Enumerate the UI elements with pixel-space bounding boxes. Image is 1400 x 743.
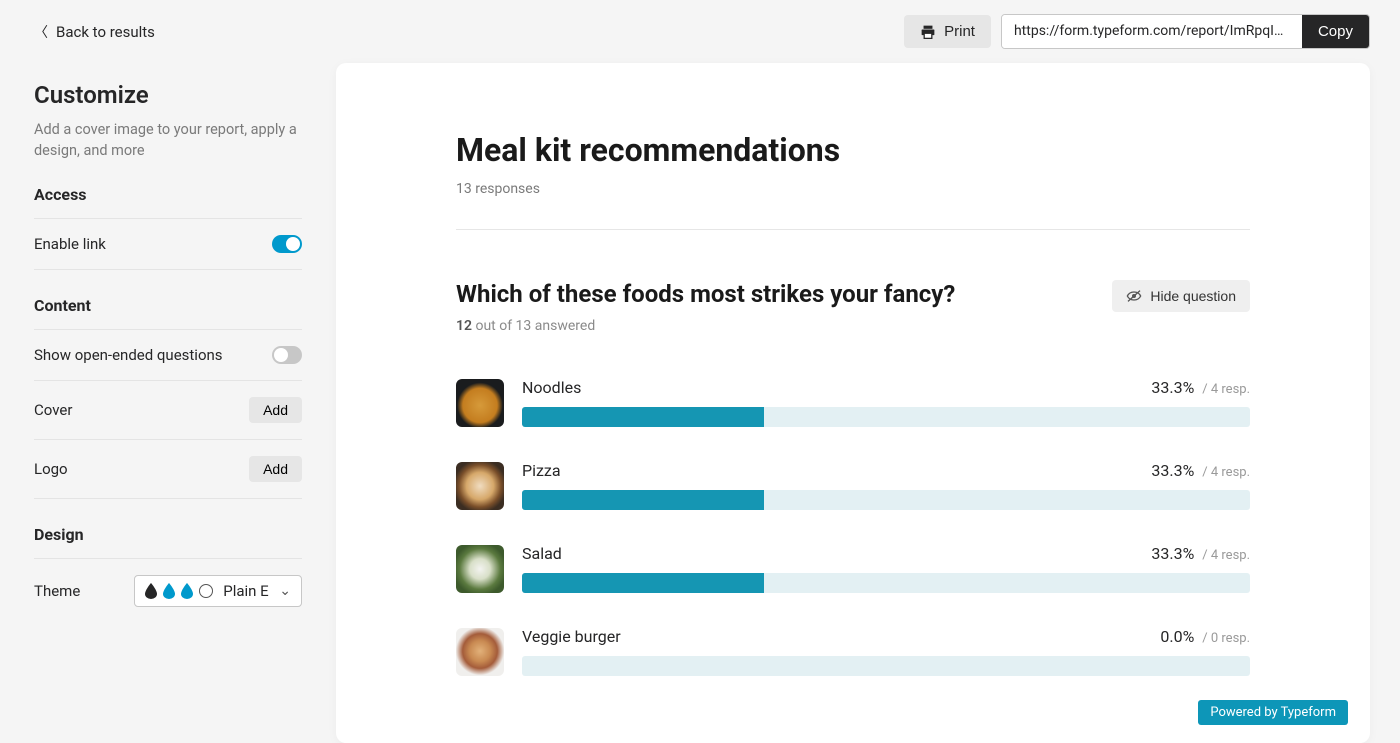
- answer-stats: 33.3% / 4 resp.: [1151, 378, 1250, 397]
- chevron-left-icon: 〈: [34, 22, 48, 42]
- eye-slash-icon: [1126, 289, 1142, 303]
- answer-label: Salad: [522, 544, 562, 563]
- answer-thumbnail: [456, 628, 504, 676]
- question-header: Which of these foods most strikes your f…: [456, 280, 1250, 334]
- answer-bar: [522, 490, 1250, 510]
- answer-body: Noodles 33.3% / 4 resp.: [522, 378, 1250, 427]
- answer-body: Salad 33.3% / 4 resp.: [522, 544, 1250, 593]
- logo-add-button[interactable]: Add: [249, 456, 302, 482]
- answer-stats: 33.3% / 4 resp.: [1151, 544, 1250, 563]
- enable-link-row: Enable link: [34, 219, 302, 270]
- hide-question-label: Hide question: [1150, 288, 1236, 304]
- answer-thumbnail: [456, 462, 504, 510]
- print-label: Print: [944, 23, 975, 40]
- answer-stats: 0.0% / 0 resp.: [1160, 627, 1250, 646]
- question-title: Which of these foods most strikes your f…: [456, 280, 955, 308]
- answer-bar: [522, 656, 1250, 676]
- report-panel: Meal kit recommendations 13 responses Wh…: [336, 63, 1370, 743]
- content-heading: Content: [34, 296, 302, 330]
- share-url-input[interactable]: https://form.typeform.com/report/ImRpqIk…: [1002, 15, 1302, 48]
- answer-bar-fill: [522, 407, 764, 427]
- drop-icon: [163, 583, 175, 599]
- access-heading: Access: [34, 185, 302, 219]
- print-icon: [920, 25, 936, 39]
- responses-count: 13 responses: [456, 181, 1250, 197]
- theme-label: Theme: [34, 582, 80, 600]
- answer-thumbnail: [456, 545, 504, 593]
- sidebar-description: Add a cover image to your report, apply …: [34, 119, 302, 161]
- logo-row: Logo Add: [34, 440, 302, 499]
- theme-row: Theme Plain E ⌄: [34, 559, 302, 623]
- answer-label: Veggie burger: [522, 627, 621, 646]
- cover-add-button[interactable]: Add: [249, 397, 302, 423]
- cover-label: Cover: [34, 401, 72, 419]
- hide-question-button[interactable]: Hide question: [1112, 280, 1250, 312]
- theme-name: Plain E: [223, 582, 269, 600]
- answer-body: Pizza 33.3% / 4 resp.: [522, 461, 1250, 510]
- answer-label: Pizza: [522, 461, 561, 480]
- report-title: Meal kit recommendations: [456, 131, 1250, 169]
- answer-row: Veggie burger 0.0% / 0 resp.: [456, 627, 1250, 676]
- logo-label: Logo: [34, 460, 68, 478]
- answer-label: Noodles: [522, 378, 581, 397]
- answer-bar-fill: [522, 490, 764, 510]
- sidebar-title: Customize: [34, 81, 302, 109]
- top-bar-actions: Print https://form.typeform.com/report/I…: [904, 14, 1370, 49]
- print-button[interactable]: Print: [904, 15, 991, 48]
- back-label: Back to results: [56, 23, 155, 41]
- chevron-down-icon: ⌄: [279, 583, 291, 599]
- back-to-results-link[interactable]: 〈 Back to results: [34, 22, 155, 42]
- answer-bar-fill: [522, 573, 764, 593]
- open-ended-label: Show open-ended questions: [34, 346, 223, 364]
- enable-link-label: Enable link: [34, 235, 106, 253]
- answer-row: Salad 33.3% / 4 resp.: [456, 544, 1250, 593]
- circle-outline-icon: [199, 584, 213, 598]
- copy-button[interactable]: Copy: [1302, 15, 1369, 48]
- answered-suffix: out of 13 answered: [472, 318, 595, 334]
- cover-row: Cover Add: [34, 381, 302, 440]
- theme-select[interactable]: Plain E ⌄: [134, 575, 302, 607]
- divider: [456, 229, 1250, 230]
- answer-bar: [522, 573, 1250, 593]
- answer-row: Pizza 33.3% / 4 resp.: [456, 461, 1250, 510]
- answer-body: Veggie burger 0.0% / 0 resp.: [522, 627, 1250, 676]
- answer-thumbnail: [456, 379, 504, 427]
- customize-sidebar: Customize Add a cover image to your repo…: [34, 63, 302, 623]
- top-bar: 〈 Back to results Print https://form.typ…: [0, 0, 1400, 63]
- toggle-knob: [274, 348, 288, 362]
- open-ended-row: Show open-ended questions: [34, 330, 302, 381]
- design-heading: Design: [34, 525, 302, 559]
- powered-by-badge[interactable]: Powered by Typeform: [1198, 700, 1348, 725]
- share-url-box: https://form.typeform.com/report/ImRpqIk…: [1001, 14, 1370, 49]
- drop-icon: [181, 583, 193, 599]
- answer-stats: 33.3% / 4 resp.: [1151, 461, 1250, 480]
- enable-link-toggle[interactable]: [272, 235, 302, 253]
- answers-list: Noodles 33.3% / 4 resp. Pizza 33.3% / 4 res…: [456, 378, 1250, 676]
- answer-row: Noodles 33.3% / 4 resp.: [456, 378, 1250, 427]
- toggle-knob: [286, 237, 300, 251]
- question-answered-count: 12 out of 13 answered: [456, 318, 955, 334]
- open-ended-toggle[interactable]: [272, 346, 302, 364]
- drop-icon: [145, 583, 157, 599]
- answered-number: 12: [456, 318, 472, 334]
- answer-bar: [522, 407, 1250, 427]
